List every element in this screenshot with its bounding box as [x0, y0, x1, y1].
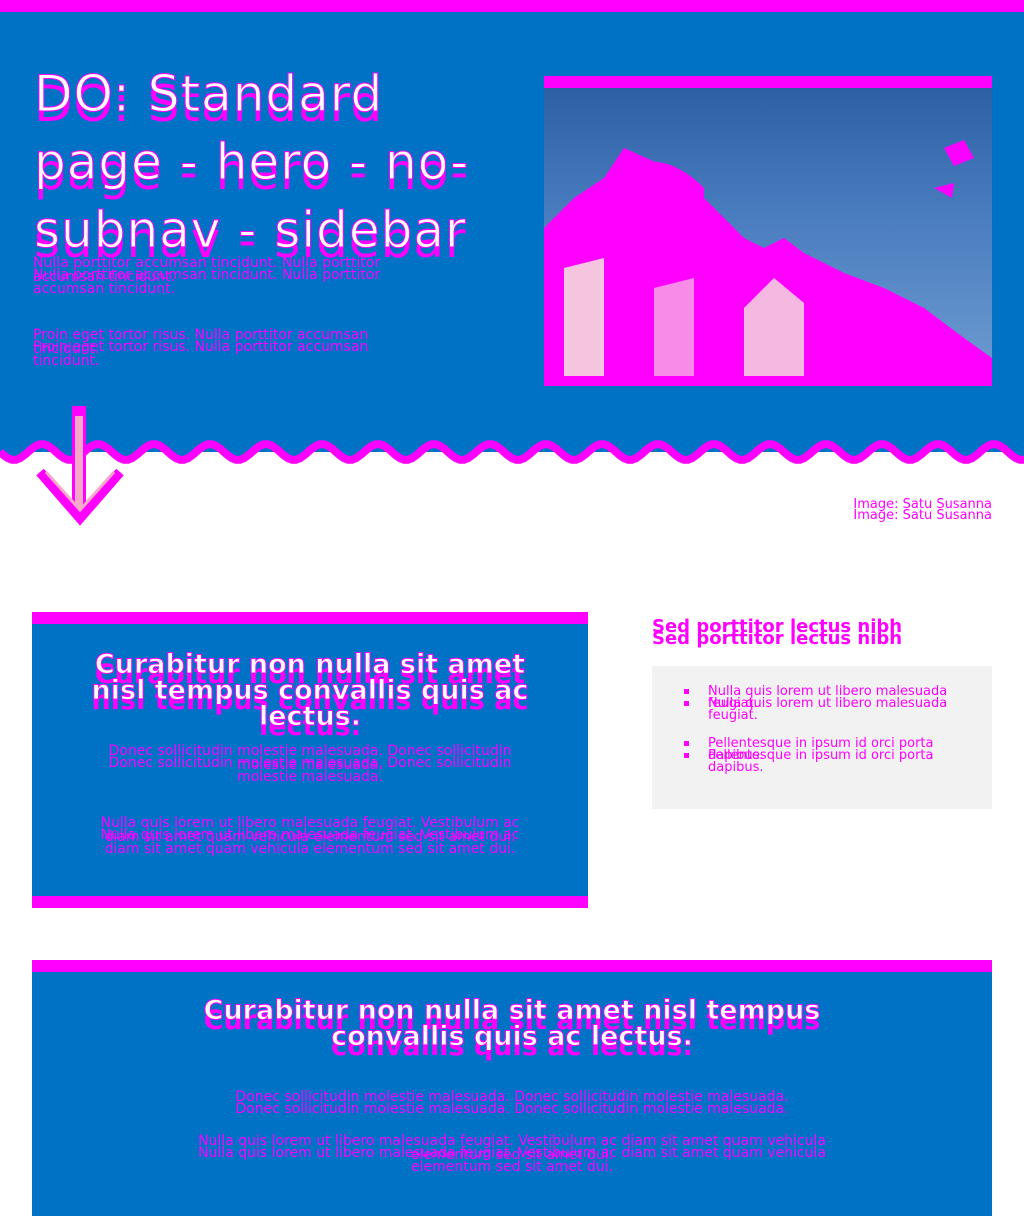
wide-card-title: Curabitur non nulla sit amet nisl tempus… [182, 997, 842, 1061]
card-bottom-bar [32, 896, 588, 908]
sidebar-list-box: Nulla quis lorem ut libero malesuada feu… [652, 666, 992, 809]
wide-card-top-bar [32, 960, 992, 972]
bullet-icon [684, 741, 689, 746]
card-top-bar [32, 612, 588, 624]
content-card: Curabitur non nulla sit amet nisl tempus… [32, 612, 588, 908]
hero-wave-divider [0, 438, 1024, 464]
hero-paragraph-1: Nulla porttitor accumsan tincidunt. Null… [33, 256, 433, 296]
hero-section: DO: Standard page - hero - no-subnav - s… [0, 12, 1024, 452]
wide-content-card: Curabitur non nulla sit amet nisl tempus… [32, 960, 992, 1216]
page-title: DO: Standard page - hero - no-subnav - s… [33, 60, 494, 270]
card-paragraph-2-text: Nulla quis lorem ut libero malesuada feu… [100, 815, 520, 845]
building-illustration [544, 140, 992, 376]
image-credit: Image: Satu Susanna Image: Satu Susanna [853, 497, 992, 522]
bullet-icon [684, 753, 689, 758]
wide-card-paragraph-1: Donec sollicitudin molestie malesuada. D… [182, 1089, 842, 1116]
wide-card-paragraph-1-text: Donec sollicitudin molestie malesuada. D… [235, 1089, 789, 1105]
sidebar-list: Nulla quis lorem ut libero malesuada feu… [682, 685, 972, 774]
bullet-icon [684, 701, 689, 706]
wide-card-paragraph-2: Nulla quis lorem ut libero malesuada feu… [162, 1134, 862, 1174]
building-photo [544, 88, 992, 376]
card-paragraph-2: Nulla quis lorem ut libero malesuada feu… [82, 815, 538, 856]
bullet-icon [684, 689, 689, 694]
card-paragraph-1: Donec sollicitudin molestie malesuada. D… [82, 744, 538, 784]
scroll-down-arrow-icon[interactable] [34, 406, 126, 530]
sidebar-heading: Sed porttitor lectus nibh Sed porttitor … [652, 616, 992, 648]
hero-image [544, 76, 992, 386]
sidebar-list-item: Nulla quis lorem ut libero malesuada feu… [682, 685, 972, 722]
hero-paragraph-2: Proin eget tortor risus. Nulla porttitor… [33, 328, 433, 368]
sidebar-list-item: Pellentesque in ipsum id orci porta dapi… [682, 737, 972, 774]
card-title: Curabitur non nulla sit amet nisl tempus… [82, 651, 538, 741]
top-accent-bar [0, 0, 1024, 12]
image-credit-text: Image: Satu Susanna [853, 497, 992, 512]
sidebar-heading-text: Sed porttitor lectus nibh [652, 616, 903, 637]
